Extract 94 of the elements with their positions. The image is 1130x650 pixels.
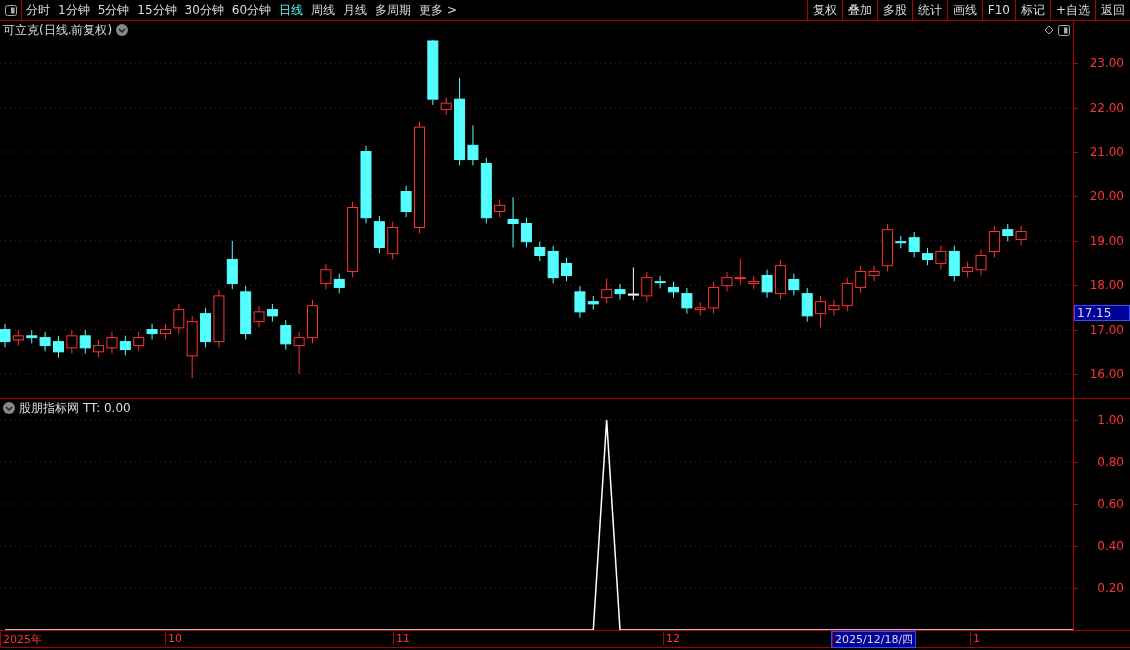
period-tab[interactable]: 30分钟: [180, 0, 228, 20]
y-tick-label: 20.00: [1089, 189, 1124, 204]
candlestick: [520, 217, 532, 248]
candlestick: [79, 329, 91, 355]
period-tab[interactable]: 60分钟: [227, 0, 276, 20]
candlestick: [52, 335, 64, 359]
candlestick: [66, 329, 78, 355]
chart-title: 可立克(日线.前复权): [3, 21, 113, 39]
toolbar-button[interactable]: 标记: [1014, 0, 1050, 20]
y-tick-label: 0.20: [1097, 581, 1124, 595]
y-tick-label: 1.00: [1097, 413, 1124, 427]
period-tab[interactable]: 月线: [339, 0, 372, 20]
candlestick: [534, 241, 546, 262]
y-tick-label: 0.80: [1097, 455, 1124, 469]
toolbar-button[interactable]: 返回: [1095, 0, 1130, 20]
y-tick-label: 23.00: [1089, 56, 1124, 71]
toolbar-button[interactable]: 复权: [806, 0, 842, 20]
candlestick: [614, 283, 626, 300]
date-axis-label: 12: [663, 632, 682, 645]
candlestick: [935, 245, 947, 270]
toolbar-button[interactable]: F10: [981, 0, 1015, 20]
candlestick: [601, 278, 613, 304]
period-tab[interactable]: 更多 >: [415, 0, 461, 20]
dropdown-icon[interactable]: [116, 24, 129, 36]
diamond-icon[interactable]: [1044, 25, 1054, 35]
date-axis-label: 2025/12/18/四: [832, 632, 916, 647]
candlestick: [641, 271, 653, 303]
candlestick: [868, 265, 880, 282]
candlestick: [1015, 225, 1027, 246]
candlestick: [908, 231, 920, 258]
candlestick: [761, 269, 773, 299]
candlestick: [119, 335, 131, 356]
period-tab[interactable]: 周线: [307, 0, 340, 20]
panel-icon[interactable]: [1058, 24, 1070, 36]
candlestick: [280, 319, 292, 351]
candlestick: [681, 287, 693, 315]
period-tab[interactable]: 15分钟: [133, 0, 181, 20]
toolbar-button[interactable]: 画线: [946, 0, 982, 20]
candlestick: [106, 331, 118, 355]
candlestick: [39, 331, 51, 352]
toolbar-button[interactable]: 统计: [911, 0, 947, 20]
dropdown-icon[interactable]: [3, 402, 15, 414]
toolbar-button[interactable]: 叠加: [841, 0, 877, 20]
candlestick: [467, 124, 479, 166]
candlestick: [507, 196, 519, 248]
candlestick: [293, 331, 305, 375]
current-price-tag: 17.15: [1074, 305, 1130, 321]
candlestick: [815, 295, 827, 328]
candlestick: [173, 303, 185, 335]
candlestick: [561, 257, 573, 282]
toolbar-button[interactable]: 多股: [876, 0, 912, 20]
period-tab[interactable]: 5分钟: [93, 0, 134, 20]
candlestick: [333, 273, 345, 294]
candlestick: [855, 265, 867, 294]
candlestick: [654, 275, 666, 289]
y-tick-label: 18.00: [1089, 278, 1124, 293]
candlestick: [708, 281, 720, 315]
candlestick: [627, 266, 639, 301]
candlestick: [0, 323, 11, 348]
period-tab[interactable]: 多周期: [371, 0, 416, 20]
period-tab[interactable]: 日线: [275, 0, 308, 20]
candlestick: [975, 249, 987, 276]
candlestick: [320, 263, 332, 290]
y-tick-label: 0.60: [1097, 497, 1124, 511]
y-tick-label: 19.00: [1089, 233, 1124, 248]
toolbar-button[interactable]: +自选: [1049, 0, 1095, 20]
y-tick-label: 0.40: [1097, 539, 1124, 553]
candlestick: [400, 185, 412, 218]
date-axis-label: 11: [393, 632, 412, 645]
period-tab[interactable]: 1分钟: [54, 0, 94, 20]
date-axis-label: 1: [970, 632, 982, 645]
candlestick: [574, 285, 586, 319]
candlestick: [788, 273, 800, 296]
y-tick-label: 16.00: [1089, 367, 1124, 381]
indicator-reading: TT: 0.00: [83, 401, 131, 415]
period-tab[interactable]: 分时: [22, 0, 54, 20]
date-axis-label: 10: [165, 632, 184, 645]
date-axis-label: 2025年: [0, 632, 44, 647]
candlestick: [253, 305, 265, 328]
candlestick: [146, 323, 158, 340]
y-tick-label: 21.00: [1089, 145, 1124, 159]
candlestick: [948, 245, 960, 282]
y-tick-label: 17.00: [1089, 322, 1124, 337]
candlestick: [988, 225, 1000, 258]
candlestick: [841, 277, 853, 312]
y-tick-label: 22.00: [1089, 100, 1124, 115]
candlestick: [801, 287, 813, 323]
candlestick: [721, 271, 733, 292]
indicator-name: 股朋指标网: [19, 399, 79, 417]
panel-icon[interactable]: [4, 4, 17, 16]
candlestick: [734, 258, 746, 285]
candlestick: [226, 240, 238, 290]
candlestick: [828, 299, 840, 316]
candlestick: [133, 331, 145, 352]
